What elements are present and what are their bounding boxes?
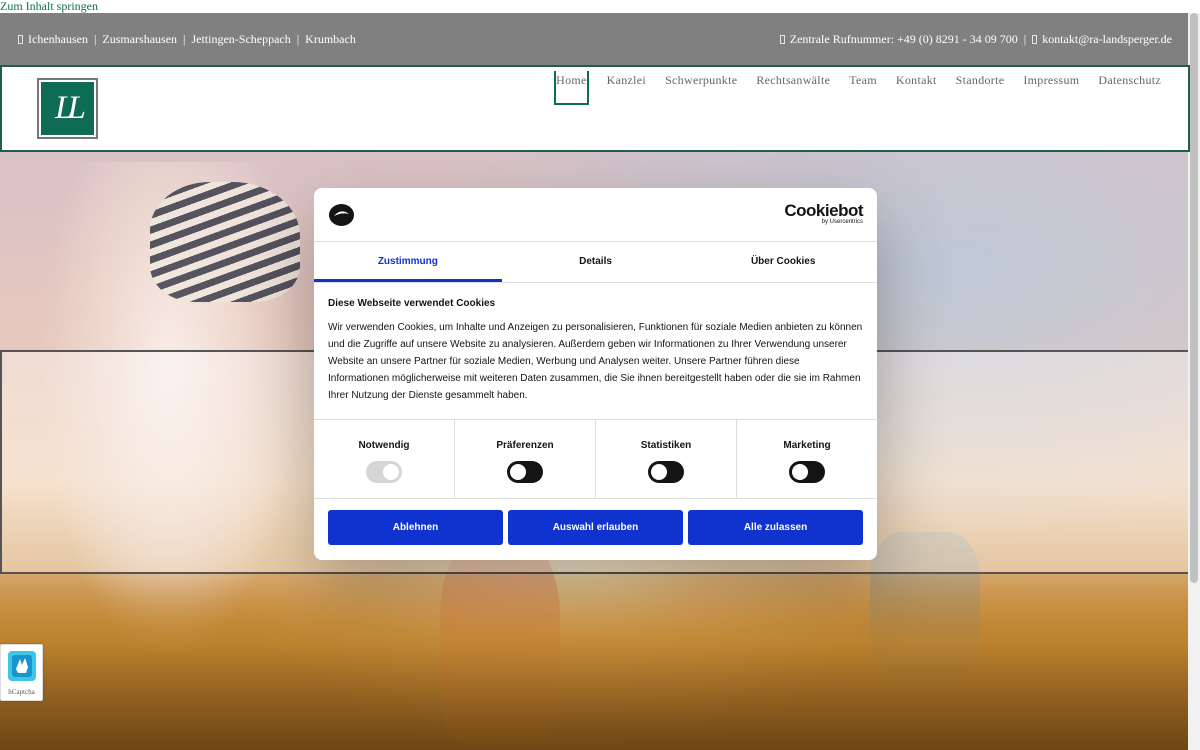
nav-schwerpunkte[interactable]: Schwerpunkte [664,71,738,105]
cookie-icon [329,204,354,226]
hcaptcha-icon [8,651,36,681]
category-label: Notwendig [358,440,410,451]
locations-list: Ichenhausen | Zusmarshausen | Jettingen-… [18,32,356,47]
separator: | [1023,32,1027,46]
toggle-statistiken[interactable] [648,461,684,483]
nav-datenschutz[interactable]: Datenschutz [1097,71,1162,105]
hero-figure [150,182,300,302]
category-statistiken: Statistiken [596,420,737,498]
location-icon [18,35,23,44]
toggle-notwendig [366,461,402,483]
nav-rechtsanwaelte[interactable]: Rechtsanwälte [755,71,831,105]
dialog-heading: Diese Webseite verwendet Cookies [328,298,496,309]
nav-home[interactable]: Home [554,71,589,105]
brand-name: Cookiebot [784,201,863,220]
nav-kontakt[interactable]: Kontakt [895,71,938,105]
separator: | [183,32,186,46]
dialog-header: Cookiebot by Usercentrics [314,188,877,242]
location-link[interactable]: Ichenhausen [28,32,88,47]
location-link[interactable]: Zusmarshausen [102,32,177,47]
nav-impressum[interactable]: Impressum [1022,71,1080,105]
hero-field [0,570,1188,750]
category-praeferenzen: Präferenzen [455,420,596,498]
hcaptcha-badge[interactable]: hCaptcha [0,644,43,701]
main-navigation: Home Kanzlei Schwerpunkte Rechtsanwälte … [537,71,1162,105]
dialog-body: Diese Webseite verwendet Cookies Wir ver… [328,298,863,404]
top-info-bar: Ichenhausen | Zusmarshausen | Jettingen-… [0,13,1188,65]
location-link[interactable]: Jettingen-Scheppach [191,32,290,47]
mail-icon [1032,35,1038,44]
separator: | [93,32,97,46]
category-notwendig: Notwendig [314,420,455,498]
nav-standorte[interactable]: Standorte [955,71,1006,105]
logo-mark: LL [41,82,94,135]
skip-to-content-link[interactable]: Zum Inhalt springen [0,0,98,13]
dialog-tabs: Zustimmung Details Über Cookies [314,242,877,283]
toggle-praeferenzen[interactable] [507,461,543,483]
scrollbar-thumb[interactable] [1190,13,1198,583]
category-label: Statistiken [640,440,692,451]
category-label: Marketing [783,440,831,451]
separator: | [296,32,300,46]
hcaptcha-label: hCaptcha [8,688,35,696]
category-marketing: Marketing [737,420,877,498]
contact-info: Zentrale Rufnummer: +49 (0) 8291 - 34 09… [779,32,1172,47]
allow-selection-button[interactable]: Auswahl erlauben [508,510,683,545]
phone-icon [779,35,785,44]
cookie-consent-dialog: Cookiebot by Usercentrics Zustimmung Det… [314,188,877,560]
nav-kanzlei[interactable]: Kanzlei [606,71,647,105]
category-label: Präferenzen [496,440,554,451]
toggle-marketing[interactable] [789,461,825,483]
tab-ueber-cookies[interactable]: Über Cookies [689,242,877,282]
dialog-buttons: Ablehnen Auswahl erlauben Alle zulassen [328,510,863,545]
cookie-categories: Notwendig Präferenzen Statistiken Market… [314,419,877,499]
email-link[interactable]: kontakt@ra-landsperger.de [1042,32,1172,47]
location-link[interactable]: Krumbach [305,32,356,47]
phone-link[interactable]: Zentrale Rufnummer: +49 (0) 8291 - 34 09… [790,32,1018,47]
decline-button[interactable]: Ablehnen [328,510,503,545]
site-header: LL Home Kanzlei Schwerpunkte Rechtsanwäl… [0,65,1190,152]
tab-details[interactable]: Details [502,242,690,282]
cookiebot-logo[interactable]: Cookiebot by Usercentrics [784,202,863,225]
nav-team[interactable]: Team [848,71,878,105]
allow-all-button[interactable]: Alle zulassen [688,510,863,545]
tab-zustimmung[interactable]: Zustimmung [314,242,502,282]
site-logo[interactable]: LL [37,78,98,139]
dialog-text: Wir verwenden Cookies, um Inhalte und An… [328,322,863,401]
